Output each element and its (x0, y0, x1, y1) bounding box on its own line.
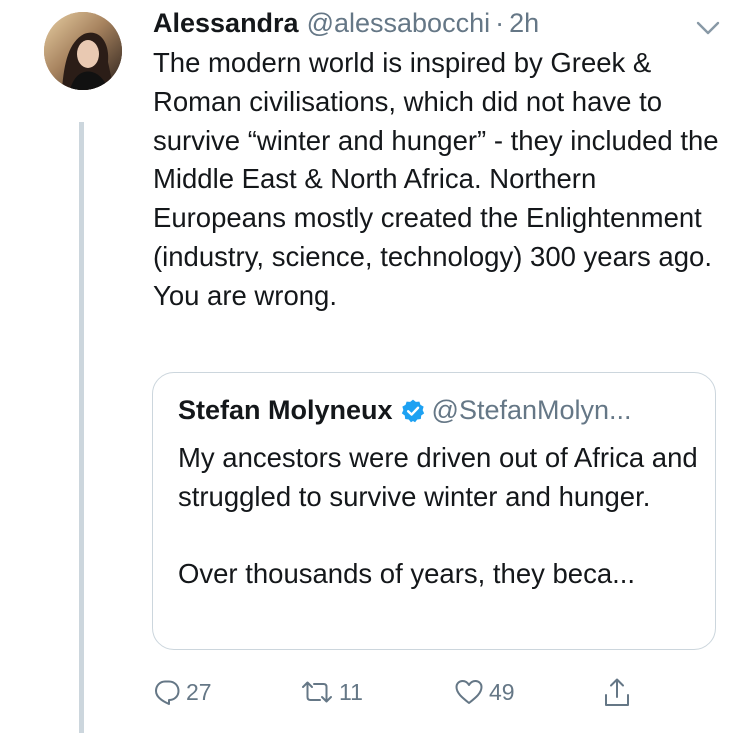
tweet-actions: 27 11 49 (152, 677, 652, 711)
retweet-icon (302, 681, 332, 703)
like-button[interactable]: 49 (453, 677, 515, 707)
verified-badge-icon (401, 399, 424, 422)
quoted-tweet[interactable]: Stefan Molyneux @StefanMolyn... My ances… (152, 372, 716, 650)
avatar[interactable] (44, 12, 122, 90)
reply-count: 27 (186, 678, 212, 705)
tweet-time[interactable]: 2h (509, 8, 539, 39)
quoted-author-handle: @StefanMolyn... (431, 395, 632, 425)
reply-button[interactable]: 27 (152, 677, 212, 707)
thread-line (79, 122, 84, 733)
quoted-author-name: Stefan Molyneux (178, 395, 393, 425)
quoted-tweet-text: My ancestors were driven out of Africa a… (178, 439, 698, 594)
reply-icon (155, 680, 180, 705)
quoted-tweet-header: Stefan Molyneux @StefanMolyn... (178, 395, 632, 426)
share-button[interactable] (602, 677, 632, 709)
author-name[interactable]: Alessandra (153, 8, 299, 39)
separator-dot: · (495, 8, 505, 38)
share-icon (605, 678, 629, 706)
chevron-down-icon[interactable] (692, 12, 724, 44)
quoted-text-paragraph: My ancestors were driven out of Africa a… (178, 442, 698, 512)
tweet-header: Alessandra @alessabocchi · 2h (153, 8, 539, 39)
quoted-text-paragraph: Over thousands of years, they beca... (178, 558, 636, 590)
retweet-count: 11 (339, 678, 363, 705)
tweet-text: The modern world is inspired by Greek & … (153, 47, 719, 311)
heart-icon (455, 680, 483, 704)
like-count: 49 (489, 678, 515, 705)
avatar-photo (44, 12, 122, 90)
retweet-button[interactable]: 11 (299, 677, 363, 707)
author-handle[interactable]: @alessabocchi (307, 8, 491, 39)
